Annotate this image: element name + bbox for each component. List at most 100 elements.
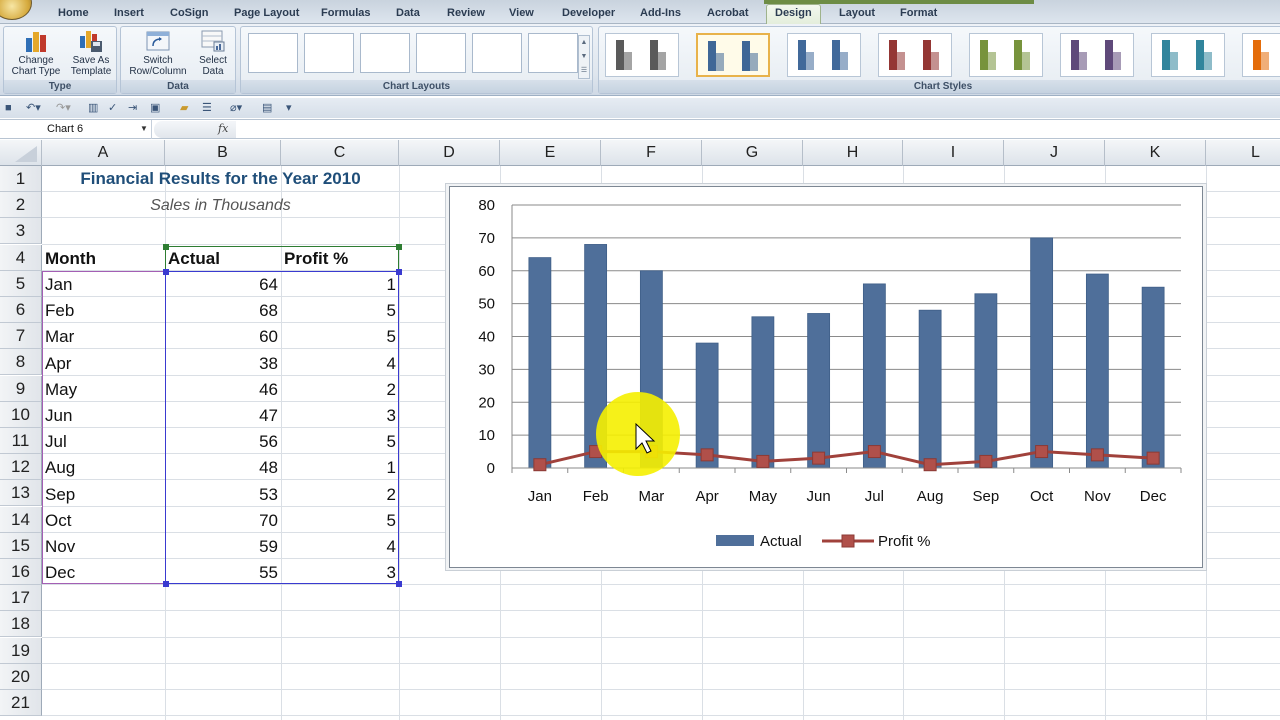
row-header[interactable]: 1 bbox=[0, 166, 42, 192]
tab-page-layout[interactable]: Page Layout bbox=[226, 5, 307, 24]
row-header[interactable]: 12 bbox=[0, 454, 42, 481]
tab-cosign[interactable]: CoSign bbox=[162, 5, 217, 24]
row-header[interactable]: 8 bbox=[0, 349, 42, 376]
table-cell-month[interactable]: Oct bbox=[42, 508, 165, 534]
office-button[interactable] bbox=[0, 0, 32, 20]
bar-actual-jan[interactable] bbox=[528, 257, 552, 469]
row-header[interactable]: 3 bbox=[0, 218, 42, 245]
sheet-subtitle-cell[interactable]: Sales in Thousands bbox=[42, 193, 399, 219]
row-header[interactable]: 17 bbox=[0, 585, 42, 612]
chart-layouts-gallery-scroll[interactable]: ▲ ▼ ☰ bbox=[578, 35, 590, 79]
bar-actual-dec[interactable] bbox=[1141, 286, 1165, 469]
row-header[interactable]: 9 bbox=[0, 375, 42, 402]
table-cell-actual[interactable]: 48 bbox=[165, 455, 281, 481]
undo-icon[interactable]: ↶▾ bbox=[26, 101, 41, 115]
column-header-c[interactable]: C bbox=[281, 140, 399, 166]
table-cell-month[interactable]: Jan bbox=[42, 272, 165, 298]
bar-actual-aug[interactable] bbox=[918, 309, 942, 469]
open-folder-icon[interactable]: ▰ bbox=[180, 101, 188, 115]
name-box-dropdown-icon[interactable]: ▼ bbox=[140, 124, 148, 133]
chart-style-6[interactable] bbox=[1060, 33, 1134, 77]
row-header[interactable]: 4 bbox=[0, 244, 42, 271]
row-header[interactable]: 14 bbox=[0, 506, 42, 533]
table-cell-month[interactable]: Feb bbox=[42, 298, 165, 324]
table-cell-actual[interactable]: 47 bbox=[165, 403, 281, 429]
row-header[interactable]: 16 bbox=[0, 559, 42, 585]
marker-profit-apr[interactable] bbox=[700, 448, 714, 462]
chart-style-7[interactable] bbox=[1151, 33, 1225, 77]
column-header-j[interactable]: J bbox=[1004, 140, 1105, 166]
column-header-e[interactable]: E bbox=[500, 140, 601, 166]
tab-acrobat[interactable]: Acrobat bbox=[699, 5, 757, 24]
bar-actual-jul[interactable] bbox=[862, 283, 886, 469]
bar-actual-jun[interactable] bbox=[807, 313, 831, 469]
column-header-d[interactable]: D bbox=[399, 140, 500, 166]
table-cell-actual[interactable]: 68 bbox=[165, 298, 281, 324]
table-cell-actual[interactable]: 64 bbox=[165, 272, 281, 298]
redo-icon[interactable]: ↷▾ bbox=[56, 101, 71, 115]
table-cell-profit[interactable]: 2 bbox=[281, 377, 399, 403]
save-as-template-button[interactable]: Save As Template bbox=[66, 29, 116, 77]
chart-layout-1[interactable] bbox=[248, 33, 298, 73]
table-cell-profit[interactable]: 3 bbox=[281, 403, 399, 429]
row-header[interactable]: 19 bbox=[0, 637, 42, 664]
row-header[interactable]: 2 bbox=[0, 192, 42, 219]
paste-icon[interactable]: ▣ bbox=[150, 101, 160, 115]
table-cell-month[interactable]: May bbox=[42, 377, 165, 403]
table-cell-profit[interactable]: 4 bbox=[281, 351, 399, 377]
row-header[interactable]: 15 bbox=[0, 532, 42, 559]
select-data-button[interactable]: Select Data bbox=[193, 29, 233, 77]
table-cell-actual[interactable]: 60 bbox=[165, 324, 281, 350]
row-header[interactable]: 10 bbox=[0, 401, 42, 428]
table-cell-actual[interactable]: 38 bbox=[165, 351, 281, 377]
table-cell-profit[interactable]: 1 bbox=[281, 272, 399, 298]
change-chart-type-button[interactable]: Change Chart Type bbox=[8, 29, 64, 77]
spelling-icon[interactable]: ✓ bbox=[108, 101, 117, 115]
table-cell-profit[interactable]: 4 bbox=[281, 534, 399, 560]
tab-formulas[interactable]: Formulas bbox=[313, 5, 379, 24]
table-cell-profit[interactable]: 5 bbox=[281, 298, 399, 324]
table-cell-month[interactable]: Nov bbox=[42, 534, 165, 560]
marker-profit-jun[interactable] bbox=[812, 451, 826, 465]
table-cell-month[interactable]: Jun bbox=[42, 403, 165, 429]
camera-icon[interactable]: ▤ bbox=[262, 101, 272, 115]
table-cell-month[interactable]: Aug bbox=[42, 455, 165, 481]
table-cell-profit[interactable]: 3 bbox=[281, 560, 399, 586]
marker-profit-dec[interactable] bbox=[1146, 451, 1160, 465]
column-header-l[interactable]: L bbox=[1206, 140, 1280, 166]
table-cell-profit[interactable]: 2 bbox=[281, 482, 399, 508]
row-header[interactable]: 13 bbox=[0, 480, 42, 507]
table-cell-profit[interactable]: 5 bbox=[281, 429, 399, 455]
indent-icon[interactable]: ⇥ bbox=[128, 101, 137, 115]
switch-row-column-button[interactable]: Switch Row/Column bbox=[125, 29, 191, 77]
marker-profit-nov[interactable] bbox=[1090, 448, 1104, 462]
table-cell-month[interactable]: Sep bbox=[42, 482, 165, 508]
table-cell-actual[interactable]: 70 bbox=[165, 508, 281, 534]
customize-qat-icon[interactable]: ▾ bbox=[286, 101, 292, 115]
borders-icon[interactable]: ▥ bbox=[88, 101, 98, 115]
tab-data[interactable]: Data bbox=[388, 5, 428, 24]
tab-home[interactable]: Home bbox=[50, 5, 97, 24]
table-cell-actual[interactable]: 59 bbox=[165, 534, 281, 560]
table-cell-profit[interactable]: 1 bbox=[281, 455, 399, 481]
table-cell-month[interactable]: Jul bbox=[42, 429, 165, 455]
range-handle[interactable] bbox=[163, 244, 169, 250]
table-cell-actual[interactable]: 55 bbox=[165, 560, 281, 586]
marker-profit-oct[interactable] bbox=[1035, 445, 1049, 459]
column-header-g[interactable]: G bbox=[702, 140, 803, 166]
row-header[interactable]: 21 bbox=[0, 690, 42, 716]
chart-style-5[interactable] bbox=[969, 33, 1043, 77]
table-cell-month[interactable]: Mar bbox=[42, 324, 165, 350]
formula-input[interactable] bbox=[237, 120, 1280, 139]
tab-insert[interactable]: Insert bbox=[106, 5, 152, 24]
row-header[interactable]: 6 bbox=[0, 297, 42, 323]
table-cell-actual[interactable]: 53 bbox=[165, 482, 281, 508]
chart-style-1[interactable] bbox=[605, 33, 679, 77]
row-header[interactable]: 18 bbox=[0, 611, 42, 638]
column-header-h[interactable]: H bbox=[803, 140, 903, 166]
chart-layout-6[interactable] bbox=[528, 33, 578, 73]
tab-view[interactable]: View bbox=[501, 5, 542, 24]
chart-layout-3[interactable] bbox=[360, 33, 410, 73]
tab-review[interactable]: Review bbox=[439, 5, 493, 24]
list-icon[interactable]: ☰ bbox=[202, 101, 212, 115]
